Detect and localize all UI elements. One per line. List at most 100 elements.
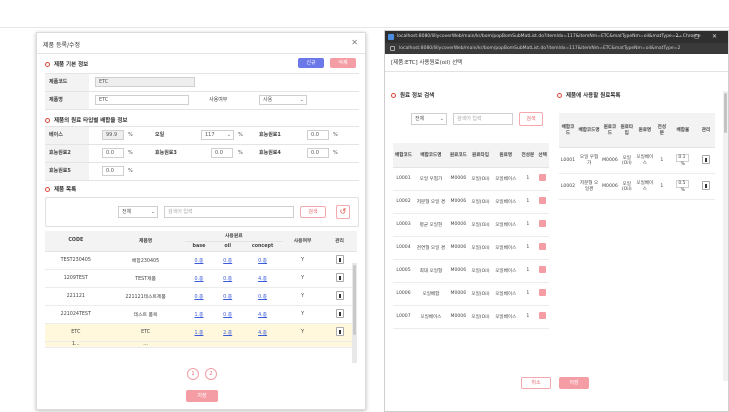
oil-select[interactable]: 117 ⌄ — [201, 130, 234, 140]
filter-select[interactable]: 전체 ⌄ — [118, 206, 158, 218]
product-table: CODE 제품명 사용원료 사용여부 관리 base oil concept T… — [45, 231, 357, 348]
new-button[interactable]: 신규 — [298, 58, 324, 68]
eff1-label: 효능원료1 — [255, 127, 303, 144]
desktop: 제품 등록/수정 ✕ 제품 기본 정보 신규 삭제 제품코드 ETC 제품명 E… — [0, 0, 729, 412]
table-row[interactable]: TEST230405 배합230405 0.종 0.종 0.종 Y — [45, 251, 357, 270]
add-icon[interactable] — [539, 289, 547, 296]
col-name: 제품명 — [106, 231, 185, 252]
add-icon[interactable] — [539, 174, 547, 181]
add-icon[interactable] — [539, 243, 547, 250]
address-bar[interactable]: localhost:8080/lillycoverWeb/main/kr/bom… — [385, 43, 728, 54]
maximize-icon[interactable]: ▢ — [694, 31, 700, 43]
search-panel: 전체 ⌄ 검색어 입력 검색 ↺ — [45, 197, 359, 227]
concept-count-link[interactable]: 4.종 — [258, 331, 267, 336]
concept-count-link[interactable]: 0.종 — [258, 259, 267, 264]
eff2-label: 효능원료2 — [45, 145, 89, 162]
product-edit-modal: 제품 등록/수정 ✕ 제품 기본 정보 신규 삭제 제품코드 ETC 제품명 E… — [36, 32, 366, 410]
eff3-input[interactable]: 0.0 — [211, 148, 233, 158]
save-button[interactable]: 저장 — [186, 390, 218, 402]
eff1-input[interactable]: 0.0 — [307, 130, 329, 140]
section-bullet-icon — [391, 92, 396, 98]
add-icon[interactable] — [539, 266, 547, 273]
minimize-icon[interactable]: — — [676, 31, 682, 43]
search-button[interactable]: 검색 — [300, 206, 326, 218]
ratio-form: 베이스 99.9 % 오일 117 ⌄ % 효능원료1 0.0 % 효능원료2 0… — [45, 126, 359, 181]
use-select[interactable]: 사용 ⌄ — [259, 95, 307, 105]
add-icon[interactable] — [539, 220, 547, 227]
base-count-link[interactable]: 1.종 — [194, 331, 203, 336]
oil-count-link[interactable]: 0.종 — [223, 313, 232, 318]
trash-icon[interactable] — [335, 290, 344, 300]
base-count-link[interactable]: 1.종 — [194, 313, 203, 318]
table-row[interactable]: L0003 평균 오일현 M0006 오일(Oil) 오일베이스 1 — [393, 213, 549, 237]
base-label: 베이스 — [45, 127, 89, 144]
page-2-button[interactable]: 2 — [205, 368, 217, 380]
trash-icon[interactable] — [335, 308, 344, 318]
form-row-code: 제품코드 ETC — [45, 74, 359, 92]
table-row[interactable]: L0006 오일배합 M0006 오일(Oil) 오일베이스 1 — [393, 282, 549, 306]
eff2-input[interactable]: 0.0 — [102, 148, 124, 158]
trash-icon[interactable] — [335, 272, 344, 282]
section-basic-info: 제품 기본 정보 — [45, 60, 88, 68]
material-search-table: 배합코드 배합코드명 원료코드 원료타입 원료명 전성분 선택 L0001 오일 … — [393, 143, 549, 329]
table-row[interactable]: 1209TEST TEST제품 0.종 0.종 4.종 Y — [45, 269, 357, 288]
base-count-link[interactable]: 0.종 — [194, 277, 203, 282]
oil-count-link[interactable]: 2.종 — [223, 331, 232, 336]
eff4-input[interactable]: 0.0 — [307, 148, 329, 158]
concept-count-link[interactable]: 4.종 — [258, 313, 267, 318]
table-row[interactable]: L0001 오일 우협가 M0006 오일(Oil) 오일베이스 1 — [393, 167, 549, 191]
save-button[interactable]: 저장 — [559, 377, 589, 389]
trash-icon[interactable] — [701, 180, 710, 190]
close-icon[interactable]: ✕ — [351, 38, 358, 47]
name-input[interactable]: ETC — [95, 95, 189, 105]
close-icon[interactable]: ✕ — [712, 31, 717, 43]
col-group-materials: 사용원료 — [184, 231, 284, 242]
table-row[interactable]: L0007 오일베이스 M0006 오일(Oil) 오일베이스 1 — [393, 305, 549, 329]
search-input[interactable]: 검색어 입력 — [164, 206, 294, 218]
concept-count-link[interactable]: 0.종 — [258, 295, 267, 300]
table-row[interactable]: L0002 저분형 오일 경 M0006 오일(Oil) 오일베이스 1 — [393, 190, 549, 214]
code-label: 제품코드 — [45, 74, 89, 91]
popup-scrollbar[interactable] — [723, 91, 728, 381]
pct-label: % — [128, 150, 133, 156]
reset-icon[interactable]: ↺ — [336, 205, 350, 219]
trash-icon[interactable] — [335, 254, 344, 264]
table-scroll-thumb[interactable] — [353, 265, 356, 335]
section-product-list: 제품 목록 — [45, 185, 76, 193]
table-row[interactable]: 221121 221121테스트제품 0.종 0.종 0.종 Y — [45, 287, 357, 306]
concept-count-link[interactable]: 4.종 — [258, 277, 267, 282]
table-row[interactable]: 221024TEST 테스트 품목 1.종 0.종 4.종 Y — [45, 305, 357, 324]
table-row[interactable]: 1... ... — [45, 341, 357, 348]
code-input[interactable]: ETC — [95, 77, 195, 87]
oil-count-link[interactable]: 0.종 — [223, 277, 232, 282]
eff5-label: 효능원료5 — [45, 163, 89, 180]
base-count-link[interactable]: 0.종 — [194, 259, 203, 264]
filter-select[interactable]: 전체 ⌄ — [411, 113, 447, 125]
cancel-button[interactable]: 취소 — [521, 377, 551, 389]
pct-label: % — [333, 150, 338, 156]
search-button[interactable]: 검색 — [519, 112, 543, 126]
table-row[interactable]: L0005 최대 오일형 M0006 오일(Oil) 오일베이스 1 — [393, 259, 549, 283]
eff5-input[interactable]: 0.0 — [102, 166, 124, 176]
oil-count-link[interactable]: 0.종 — [223, 295, 232, 300]
basic-info-form: 제품코드 ETC 제품명 ETC 사용여부 사용 ⌄ — [45, 73, 359, 110]
oil-count-link[interactable]: 0.종 — [223, 259, 232, 264]
trash-icon[interactable] — [335, 326, 344, 336]
table-row[interactable]: L0001 오일 우협가 M0006 오일(Oil) 오일베이스 1 0.1% — [559, 147, 715, 174]
browser-icon — [388, 34, 394, 40]
base-input[interactable]: 99.9 — [102, 130, 124, 140]
trash-icon[interactable] — [701, 154, 710, 164]
ratio-input[interactable]: 0.5 — [676, 179, 690, 188]
delete-button[interactable]: 삭제 — [330, 58, 356, 68]
base-count-link[interactable]: 0.종 — [194, 295, 203, 300]
table-row-selected[interactable]: ETC ETC 1.종 2.종 4.종 Y — [45, 323, 357, 342]
section-bullet-icon — [45, 61, 50, 67]
page-1-button[interactable]: 1 — [187, 368, 199, 380]
add-icon[interactable] — [539, 312, 547, 319]
table-row[interactable]: L0004 천연형 오일 경 M0006 오일(Oil) 오일베이스 1 — [393, 236, 549, 260]
table-row[interactable]: L0002 저분형 오일경 M0006 오일(Oil) 오일베이스 1 0.5% — [559, 173, 715, 200]
ratio-input[interactable]: 0.1 — [676, 153, 690, 162]
add-icon[interactable] — [539, 197, 547, 204]
search-input[interactable]: 검색어 입력 — [453, 113, 513, 125]
popup-scroll-thumb[interactable] — [724, 93, 727, 133]
